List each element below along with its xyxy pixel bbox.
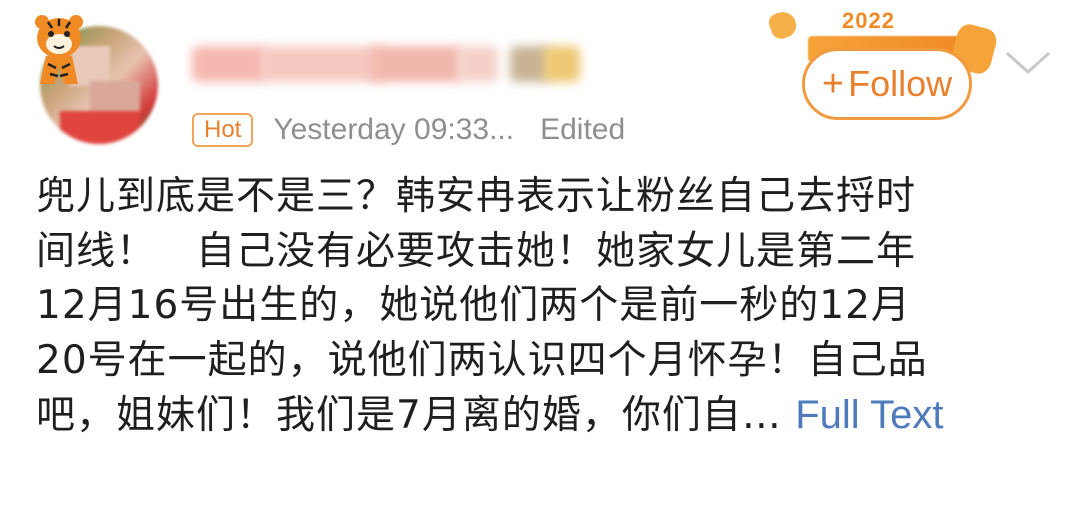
- full-text-link[interactable]: Full Text: [795, 393, 943, 437]
- plus-icon: +: [821, 63, 845, 105]
- follow-button[interactable]: + Follow: [802, 48, 972, 120]
- post-line-last: 吧，姐妹们！我们是7月离的婚，你们自… Full Text: [36, 388, 1046, 444]
- event-badge-year: 2022: [842, 8, 895, 33]
- post-line: 兜儿到底是不是三？韩安冉表示让粉丝自己去捋时: [36, 174, 917, 219]
- post-line: 间线！ 自己没有必要攻击她！她家女儿是第二年: [36, 228, 917, 274]
- avatar[interactable]: [28, 14, 158, 154]
- follow-button-label: Follow: [848, 63, 953, 104]
- post-timestamp: Yesterday 09:33...: [273, 113, 515, 146]
- post-line: 20号在一起的，说他们两认识四个月怀孕！自己品: [36, 337, 928, 383]
- chevron-down-icon[interactable]: [1004, 48, 1052, 78]
- balloon-icon: [766, 8, 800, 42]
- post-line: 12月16号出生的，她说他们两个是前一秒的12月: [36, 283, 911, 328]
- post-line: 吧，姐妹们！我们是7月离的婚，你们自…: [36, 393, 782, 438]
- post-meta: Hot Yesterday 09:33... Edited: [192, 112, 625, 148]
- username-blurred[interactable]: [192, 40, 582, 88]
- post-body: 兜儿到底是不是三？韩安冉表示让粉丝自己去捋时 间线！ 自己没有必要攻击她！她家女…: [36, 170, 1046, 444]
- edited-label: Edited: [540, 113, 626, 146]
- hot-badge: Hot: [192, 113, 254, 147]
- tiger-icon: [35, 15, 83, 84]
